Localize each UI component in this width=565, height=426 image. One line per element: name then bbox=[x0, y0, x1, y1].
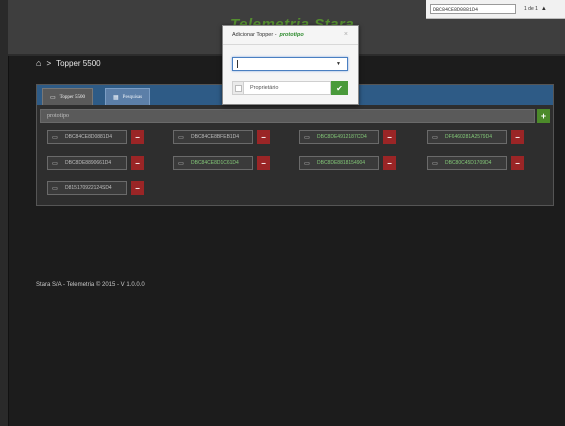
topper-chip-box[interactable]: ▭ DBC84CE8BFEB1D4 bbox=[173, 130, 253, 144]
app-window: Telemetria Stara DBC84CE8D0881D4 1 de 1 … bbox=[0, 0, 565, 426]
topper-id: D815170922124SD4 bbox=[65, 185, 112, 191]
checkbox-icon bbox=[234, 84, 242, 92]
topper-chip: ▭ DBC84CE8D0881D4 − bbox=[47, 130, 144, 144]
topper-chip: ▭ DBC84CE8BFEB1D4 − bbox=[173, 130, 270, 144]
owner-checkbox[interactable] bbox=[232, 81, 244, 95]
topper-chip: ▭ DBC80C45D1709D4 − bbox=[427, 156, 524, 170]
topper-id: DBC8DE8818154904 bbox=[317, 160, 366, 166]
find-count: 1 de 1 bbox=[524, 6, 538, 12]
topper-id: DF6460281A2579D4 bbox=[445, 134, 492, 140]
monitor-icon: ▭ bbox=[178, 134, 184, 141]
modal-header: Adicionar Topper - prototipo × bbox=[223, 26, 358, 45]
monitor-icon: ▭ bbox=[178, 160, 184, 167]
breadcrumb: ⌂ > Topper 5500 bbox=[36, 56, 101, 70]
text-cursor bbox=[237, 60, 238, 68]
topper-chip: ▭ DF6460281A2579D4 − bbox=[427, 130, 524, 144]
topper-id: DBC8DE4912187CD4 bbox=[317, 134, 367, 140]
topper-chip-box[interactable]: ▭ D815170922124SD4 bbox=[47, 181, 127, 195]
remove-topper-button[interactable]: − bbox=[131, 181, 144, 195]
topper-chip-box[interactable]: ▭ DBC84CE8D0881D4 bbox=[47, 130, 127, 144]
monitor-icon: ▭ bbox=[52, 160, 58, 167]
topper-chip-box[interactable]: ▭ DBC80C45D1709D4 bbox=[427, 156, 507, 170]
add-topper-button[interactable]: + bbox=[537, 109, 550, 123]
remove-topper-button[interactable]: − bbox=[257, 156, 270, 170]
topper-chip-box[interactable]: ▭ DF6460281A2579D4 bbox=[427, 130, 507, 144]
owner-field[interactable]: Proprietário bbox=[244, 81, 331, 95]
monitor-icon: ▭ bbox=[52, 134, 58, 141]
close-icon[interactable]: × bbox=[344, 31, 348, 38]
remove-topper-button[interactable]: − bbox=[131, 130, 144, 144]
modal-title: Adicionar Topper - bbox=[232, 32, 277, 38]
topper-chip-box[interactable]: ▭ DBC84CE8D1C61D4 bbox=[173, 156, 253, 170]
topper-chip-box[interactable]: ▭ DBC8DE8890661D4 bbox=[47, 156, 127, 170]
topper-id: DBC84CE8BFEB1D4 bbox=[191, 134, 240, 140]
window-edge bbox=[0, 0, 9, 426]
breadcrumb-current: Topper 5500 bbox=[56, 58, 101, 68]
remove-topper-button[interactable]: − bbox=[511, 130, 524, 144]
monitor-icon: ▭ bbox=[432, 134, 438, 141]
remove-topper-button[interactable]: − bbox=[383, 156, 396, 170]
topper-chip: ▭ DBC8DE8890661D4 − bbox=[47, 156, 144, 170]
add-topper-modal: Adicionar Topper - prototipo × ▼ Proprie… bbox=[222, 25, 359, 105]
topper-id: DBC80C45D1709D4 bbox=[445, 160, 492, 166]
topper-id: DBC8DE8890661D4 bbox=[65, 160, 112, 166]
footer-copyright: Stara S/A - Telemetria © 2015 - V 1.0.0.… bbox=[36, 282, 145, 288]
topper-chip: ▭ DBC8DE8818154904 − bbox=[299, 156, 396, 170]
monitor-icon: ▭ bbox=[50, 94, 56, 101]
tab-topper-5500[interactable]: ▭ Topper 5500 bbox=[42, 88, 94, 105]
check-icon: ✔ bbox=[336, 83, 343, 93]
topper-id: DBC84CE8D1C61D4 bbox=[191, 160, 239, 166]
monitor-icon: ▭ bbox=[432, 160, 438, 167]
owner-row: Proprietário ✔ bbox=[232, 81, 348, 95]
topper-chip: ▭ DBC8DE4912187CD4 − bbox=[299, 130, 396, 144]
remove-topper-button[interactable]: − bbox=[511, 156, 524, 170]
browser-find-bar: DBC84CE8D0881D4 1 de 1 ▲ bbox=[426, 0, 565, 19]
find-input[interactable]: DBC84CE8D0881D4 bbox=[430, 4, 516, 14]
find-previous-icon[interactable]: ▲ bbox=[541, 6, 547, 12]
chevron-down-icon[interactable]: ▼ bbox=[336, 61, 341, 67]
breadcrumb-separator: > bbox=[46, 58, 52, 68]
home-icon[interactable]: ⌂ bbox=[36, 58, 41, 68]
remove-topper-button[interactable]: − bbox=[383, 130, 396, 144]
modal-title-highlight: prototipo bbox=[279, 32, 304, 38]
search-input[interactable]: prototipo bbox=[40, 109, 535, 123]
topper-chip-box[interactable]: ▭ DBC8DE8818154904 bbox=[299, 156, 379, 170]
confirm-button[interactable]: ✔ bbox=[331, 81, 348, 95]
search-row: prototipo + bbox=[40, 109, 550, 123]
monitor-icon: ▭ bbox=[304, 160, 310, 167]
tab-pesquisas[interactable]: ▦ Pesquisas bbox=[105, 88, 151, 105]
topper-id: DBC84CE8D0881D4 bbox=[65, 134, 112, 140]
monitor-icon: ▭ bbox=[304, 134, 310, 141]
topper-chip-box[interactable]: ▭ DBC8DE4912187CD4 bbox=[299, 130, 379, 144]
topper-chip: ▭ DBC84CE8D1C61D4 − bbox=[173, 156, 270, 170]
remove-topper-button[interactable]: − bbox=[131, 156, 144, 170]
topper-select[interactable]: ▼ bbox=[232, 57, 348, 71]
tab-label: Pesquisas bbox=[122, 94, 143, 100]
monitor-icon: ▭ bbox=[52, 185, 58, 192]
tab-label: Topper 5500 bbox=[59, 94, 86, 100]
topper-chip: ▭ D815170922124SD4 − bbox=[47, 181, 144, 195]
lock-icon: ▦ bbox=[113, 94, 119, 101]
remove-topper-button[interactable]: − bbox=[257, 130, 270, 144]
